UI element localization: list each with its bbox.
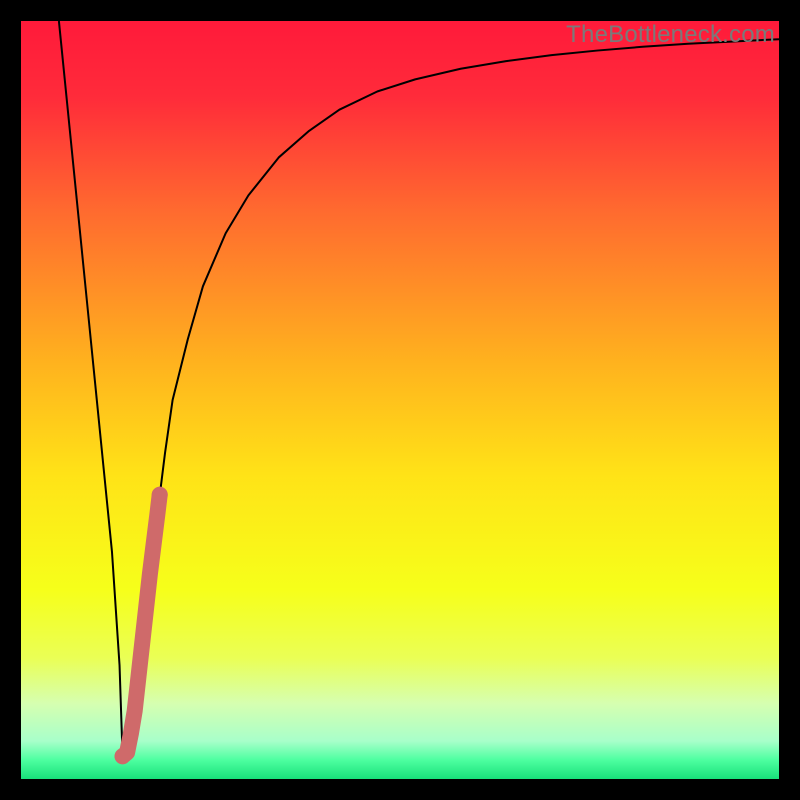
highlight-start-dot	[115, 748, 131, 764]
plot-area: TheBottleneck.com	[21, 21, 779, 779]
highlight-end-dot	[152, 487, 168, 503]
watermark-text: TheBottleneck.com	[566, 21, 775, 49]
chart-frame: TheBottleneck.com	[0, 0, 800, 800]
chart-svg	[21, 21, 779, 779]
